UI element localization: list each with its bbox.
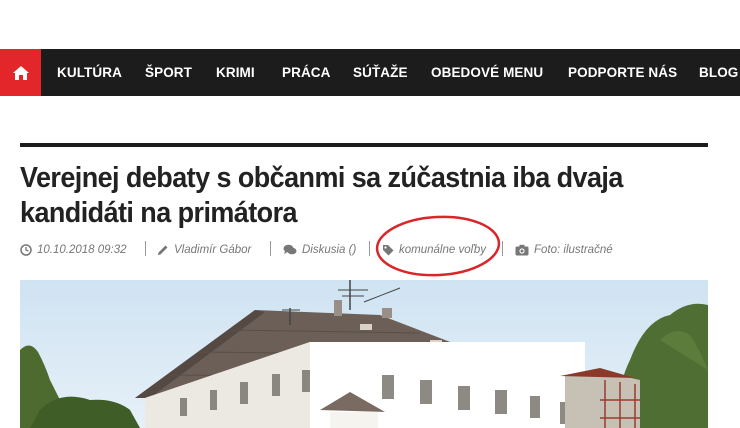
- article-author[interactable]: Vladimír Gábor: [157, 240, 251, 260]
- main-navigation: KULTÚRA ŠPORT KRIMI PRÁCA SÚŤAŽE OBEDOVÉ…: [0, 49, 740, 96]
- article-photo-credit: Foto: ilustračné: [515, 240, 613, 260]
- article-date: 10.10.2018 09:32: [20, 240, 127, 260]
- home-icon: [12, 65, 29, 80]
- pencil-icon: [158, 245, 168, 255]
- nav-item-krimi[interactable]: KRIMI: [216, 49, 255, 96]
- comments-icon: [283, 244, 297, 255]
- meta-separator: [145, 241, 146, 256]
- meta-separator: [270, 241, 271, 256]
- title-divider: [20, 143, 708, 147]
- nav-item-obedove-menu[interactable]: OBEDOVÉ MENU: [431, 49, 543, 96]
- article-discussion[interactable]: Diskusia (): [283, 240, 356, 260]
- nav-item-sutaze[interactable]: SÚŤAŽE: [353, 49, 408, 96]
- camera-icon: [515, 244, 529, 256]
- photo-credit-text: Foto: ilustračné: [534, 244, 613, 256]
- nav-item-kultura[interactable]: KULTÚRA: [57, 49, 122, 96]
- nav-item-praca[interactable]: PRÁCA: [282, 49, 331, 96]
- nav-item-podporte-nas[interactable]: PODPORTE NÁS: [568, 49, 677, 96]
- nav-item-blog[interactable]: BLOG: [699, 49, 738, 96]
- date-text: 10.10.2018 09:32: [37, 244, 127, 256]
- nav-item-sport[interactable]: ŠPORT: [145, 49, 192, 96]
- article-title: Verejnej debaty s občanmi sa zúčastnia i…: [20, 162, 623, 229]
- discussion-link[interactable]: Diskusia (): [302, 244, 356, 256]
- home-button[interactable]: [0, 49, 41, 96]
- author-link[interactable]: Vladimír Gábor: [174, 244, 251, 256]
- annotation-circle: [375, 215, 501, 277]
- article-photo: [20, 280, 708, 428]
- clock-icon: [20, 244, 32, 256]
- meta-separator: [369, 241, 370, 256]
